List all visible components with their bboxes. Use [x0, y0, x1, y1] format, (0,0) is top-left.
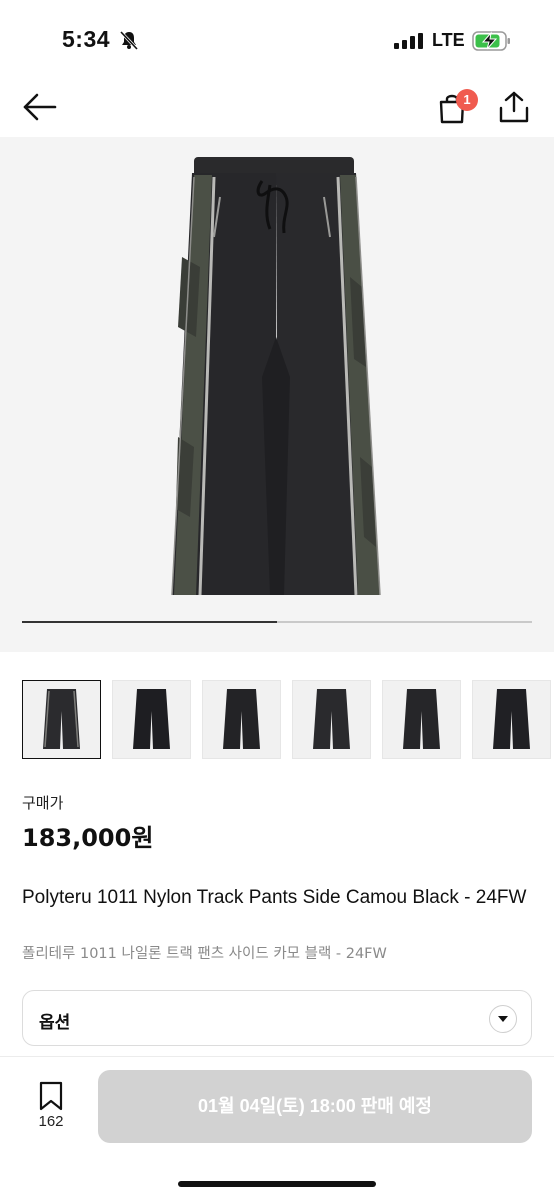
cart-count-badge: 1 — [456, 89, 478, 111]
nav-bar: 1 — [0, 80, 554, 136]
thumbnail-image — [43, 689, 80, 749]
bookmark-icon[interactable] — [38, 1081, 64, 1111]
bottom-action-bar: 162 01월 04일(토) 18:00 판매 예정 — [0, 1057, 554, 1200]
thumbnail-5[interactable] — [382, 680, 461, 759]
product-image — [171, 157, 381, 596]
thumbnail-image — [133, 689, 170, 749]
carousel-progress-fill — [22, 621, 277, 623]
sale-scheduled-button[interactable]: 01월 04일(토) 18:00 판매 예정 — [98, 1070, 532, 1143]
share-icon[interactable] — [498, 90, 530, 124]
product-image-carousel[interactable] — [0, 137, 554, 652]
thumbnail-6[interactable] — [472, 680, 551, 759]
back-arrow-icon[interactable] — [22, 92, 58, 122]
network-label: LTE — [432, 30, 465, 50]
status-bar: 5:34 LTE — [0, 0, 554, 80]
signal-icon — [394, 33, 423, 49]
price-label: 구매가 — [22, 794, 64, 812]
battery-charging-icon — [472, 31, 510, 51]
thumbnail-image — [403, 689, 440, 749]
home-indicator — [178, 1181, 376, 1187]
thumbnail-1[interactable] — [22, 680, 101, 759]
product-title-ko: 폴리테루 1011 나일론 트랙 팬츠 사이드 카모 블랙 - 24FW — [22, 946, 387, 962]
thumbnail-4[interactable] — [292, 680, 371, 759]
thumbnail-2[interactable] — [112, 680, 191, 759]
chevron-down-icon — [489, 1005, 517, 1033]
carousel-progress — [22, 621, 532, 623]
thumbnail-3[interactable] — [202, 680, 281, 759]
thumbnail-image — [313, 689, 350, 749]
option-label: 옵션 — [39, 1013, 71, 1033]
price-value: 183,000원 — [22, 824, 154, 852]
bookmark-count: 162 — [38, 1113, 64, 1130]
status-time: 5:34 — [62, 26, 111, 52]
thumbnail-image — [493, 689, 530, 749]
product-title-en: Polyteru 1011 Nylon Track Pants Side Cam… — [22, 887, 527, 908]
thumbnail-strip — [22, 680, 554, 760]
bell-muted-icon — [119, 30, 139, 51]
thumbnail-image — [223, 689, 260, 749]
option-select[interactable]: 옵션 — [22, 990, 532, 1046]
